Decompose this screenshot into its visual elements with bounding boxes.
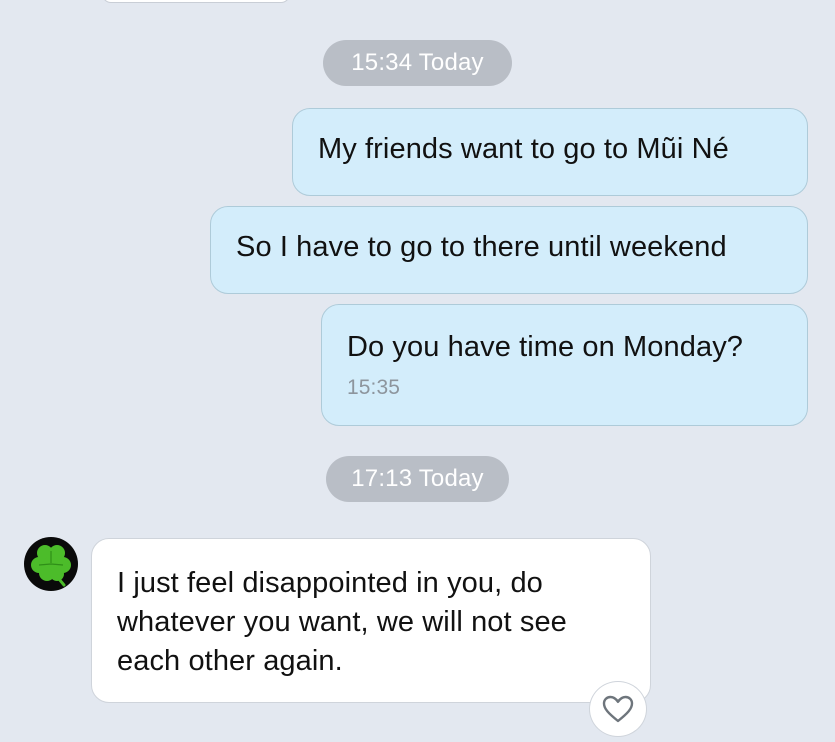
timestamp-label: 15:34 Today [351, 49, 484, 76]
outgoing-message-bubble[interactable]: So I have to go to there until weekend [210, 206, 808, 294]
clover-icon [31, 545, 71, 587]
message-text: So I have to go to there until weekend [236, 231, 727, 263]
timestamp-divider: 17:13 Today [326, 456, 509, 502]
message-text: My friends want to go to Mũi Né [318, 133, 729, 165]
timestamp-divider: 15:34 Today [323, 40, 512, 86]
contact-avatar[interactable] [24, 537, 78, 591]
message-text: Do you have time on Monday? [347, 331, 744, 363]
heart-reaction-button[interactable] [589, 681, 647, 737]
message-text: I just feel disappointed in you, do what… [117, 567, 567, 677]
outgoing-message-bubble[interactable]: My friends want to go to Mũi Né [292, 108, 808, 196]
timestamp-label: 17:13 Today [351, 465, 484, 492]
heart-icon [602, 695, 634, 723]
message-time: 15:35 [347, 376, 401, 399]
incoming-message-bubble[interactable]: I just feel disappointed in you, do what… [91, 538, 651, 703]
chat-conversation: 15:34 Today My friends want to go to Mũi… [0, 0, 835, 742]
outgoing-message-bubble[interactable]: Do you have time on Monday? 15:35 [321, 304, 808, 426]
previous-message-bubble-edge[interactable] [102, 0, 290, 3]
